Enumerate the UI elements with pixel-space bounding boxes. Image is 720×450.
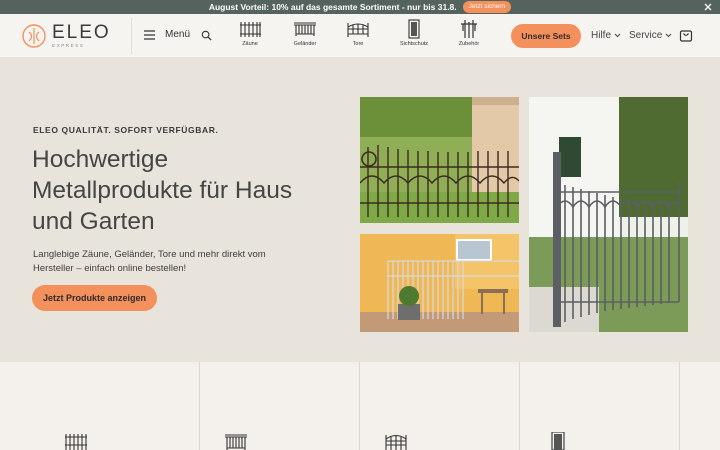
promo-bar: August Vorteil: 10% auf das gesamte Sort… [0,0,720,14]
nav-category-tore[interactable]: Tore [336,19,380,47]
nav-category-zaeune[interactable]: Zäune [228,19,272,47]
hero-image-house-fence [529,97,688,332]
category-label: Zäune [242,41,258,47]
search-icon[interactable] [201,30,212,41]
help-label: Hilfe [591,30,612,41]
close-icon[interactable] [702,1,714,13]
logo-subtitle: EXPRESS [52,43,85,49]
hero-description: Langlebige Zäune, Geländer, Tore und meh… [33,249,266,274]
nav-category-sichtschutz[interactable]: Sichtschutz [392,19,436,47]
category-card-sichtschutz[interactable] [520,362,680,450]
railing-icon [225,434,247,450]
menu-button[interactable]: Menü [144,29,190,40]
chevron-down-icon [614,33,621,38]
category-card-tore[interactable] [360,362,520,450]
nav-category-zubehoer[interactable]: Zubehör [447,19,491,47]
promo-cta-button[interactable]: Jetzt sichern [462,1,512,13]
category-label: Sichtschutz [399,41,429,47]
gate-icon [347,23,369,37]
hero-image-fence-garden [360,97,519,223]
logo-name: ELEO [52,22,111,44]
hero-image-balcony-railing [360,234,519,332]
cart-icon[interactable] [679,28,693,42]
privacy-screen-icon [551,432,565,450]
service-label: Service [629,30,663,41]
site-header: ELEO EXPRESS Menü Zäune Geländer Tore Si… [0,14,720,58]
menu-label: Menü [165,29,191,40]
show-products-button[interactable]: Jetzt Produkte anzeigen [32,285,157,311]
service-menu[interactable]: Service [629,30,672,41]
railing-icon [294,22,316,36]
category-label: Geländer [293,41,317,47]
logo-mark-icon [22,24,46,48]
gate-icon [385,434,407,450]
hero-headline: Hochwertige Metallprodukte für Haus und … [32,146,293,235]
fence-icon [240,22,261,37]
fence-icon [65,434,87,450]
category-card-zaeune[interactable] [0,362,200,450]
header-divider [131,18,132,54]
nav-category-gelaender[interactable]: Geländer [283,19,327,47]
privacy-screen-icon [408,19,420,39]
chevron-down-icon [666,33,672,38]
our-sets-button[interactable]: Unsere Sets [511,24,581,48]
logo[interactable]: ELEO EXPRESS [21,23,111,49]
post-accessory-icon [461,20,477,38]
category-card-gelaender[interactable] [200,362,360,450]
category-label: Tore [352,41,364,47]
promo-text: August Vorteil: 10% auf das gesamte Sort… [208,2,457,12]
category-cards [0,362,720,450]
hero-section: ELEO QUALITÄT. SOFORT VERFÜGBAR. Hochwer… [0,58,720,362]
help-menu[interactable]: Hilfe [591,30,621,41]
hero-eyebrow: ELEO QUALITÄT. SOFORT VERFÜGBAR. [33,125,219,135]
hamburger-icon [144,29,155,40]
category-label: Zubehör [458,41,480,47]
